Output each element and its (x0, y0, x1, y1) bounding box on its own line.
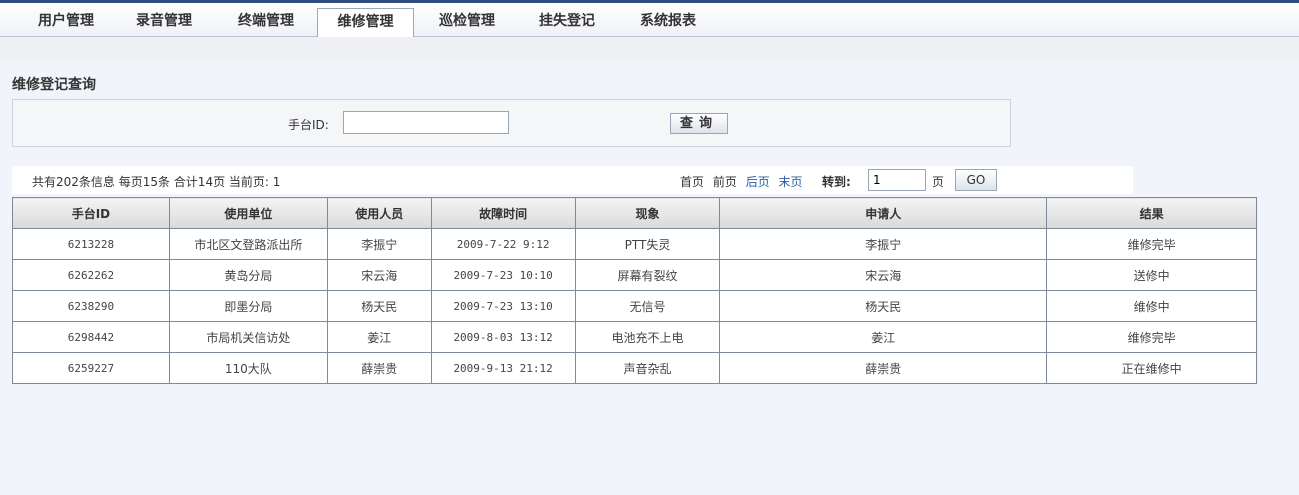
fault-time-cell: 2009-9-13 21:12 (430, 352, 576, 384)
symptom-cell: 屏幕有裂纹 (574, 259, 721, 291)
page-title: 维修登记查询 (12, 77, 96, 93)
handset-id-link[interactable]: 6213228 (12, 228, 170, 260)
pagination-info: 共有202条信息 每页15条 合计14页 当前页: 1 (32, 175, 281, 189)
result-cell: 正在维修中 (1046, 352, 1257, 384)
last-page-link[interactable]: 末页 (779, 175, 803, 189)
main-content: 维修登记查询 手台ID: 查询 共有202条信息 每页15条 合计14页 当前页… (0, 59, 1299, 495)
column-header-user[interactable]: 使用人员 (326, 197, 432, 229)
repair-records-table: 手台ID 使用单位 使用人员 故障时间 现象 申请人 结果 6213228 市北… (12, 197, 1257, 384)
handset-id-label: 手台ID: (288, 118, 329, 132)
symptom-cell: 无信号 (574, 290, 721, 322)
table-row: 6259227 110大队 薛崇贵 2009-9-13 21:12 声音杂乱 薛… (12, 352, 1257, 384)
symptom-cell: PTT失灵 (574, 228, 721, 260)
result-cell: 送修中 (1046, 259, 1257, 291)
column-header-handset-id[interactable]: 手台ID (12, 197, 170, 229)
result-cell: 维修中 (1046, 290, 1257, 322)
user-cell: 姜江 (326, 321, 432, 353)
user-cell: 杨天民 (326, 290, 432, 322)
tab-repair-management[interactable]: 维修管理 (317, 8, 414, 38)
page-suffix-label: 页 (932, 175, 945, 189)
symptom-cell: 电池充不上电 (574, 321, 721, 353)
table-row: 6238290 即墨分局 杨天民 2009-7-23 13:10 无信号 杨天民… (12, 290, 1257, 322)
column-header-result[interactable]: 结果 (1046, 197, 1257, 229)
applicant-cell: 姜江 (719, 321, 1048, 353)
next-page-link[interactable]: 后页 (746, 175, 770, 189)
handset-id-link[interactable]: 6259227 (12, 352, 170, 384)
handset-id-input[interactable] (343, 111, 509, 134)
table-row: 6298442 市局机关信访处 姜江 2009-8-03 13:12 电池充不上… (12, 321, 1257, 353)
user-cell: 李振宁 (326, 228, 432, 260)
unit-cell: 即墨分局 (168, 290, 328, 322)
user-cell: 宋云海 (326, 259, 432, 291)
table-row: 6213228 市北区文登路派出所 李振宁 2009-7-22 9:12 PTT… (12, 228, 1257, 260)
fault-time-cell: 2009-7-22 9:12 (430, 228, 576, 260)
applicant-cell: 薛崇贵 (719, 352, 1048, 384)
search-panel: 手台ID: 查询 (12, 99, 1011, 147)
result-cell: 维修完毕 (1046, 321, 1257, 353)
result-cell: 维修完毕 (1046, 228, 1257, 260)
sub-toolbar (0, 37, 1299, 59)
goto-label: 转到: (822, 175, 851, 189)
table-row: 6262262 黄岛分局 宋云海 2009-7-23 10:10 屏幕有裂纹 宋… (12, 259, 1257, 291)
fault-time-cell: 2009-7-23 13:10 (430, 290, 576, 322)
unit-cell: 市北区文登路派出所 (168, 228, 328, 260)
column-header-fault-time[interactable]: 故障时间 (430, 197, 576, 229)
go-button[interactable]: GO (955, 169, 997, 191)
handset-id-link[interactable]: 6238290 (12, 290, 170, 322)
query-button[interactable]: 查询 (670, 113, 728, 134)
goto-page-input[interactable] (868, 169, 926, 191)
prev-page-link[interactable]: 前页 (713, 175, 737, 189)
handset-id-link[interactable]: 6262262 (12, 259, 170, 291)
main-nav-tabs: 用户管理 录音管理 终端管理 维修管理 巡检管理 挂失登记 系统报表 (0, 3, 1299, 38)
tab-recording-management[interactable]: 录音管理 (120, 8, 208, 37)
symptom-cell: 声音杂乱 (574, 352, 721, 384)
table-header-row: 手台ID 使用单位 使用人员 故障时间 现象 申请人 结果 (12, 197, 1257, 229)
unit-cell: 110大队 (168, 352, 328, 384)
fault-time-cell: 2009-8-03 13:12 (430, 321, 576, 353)
unit-cell: 黄岛分局 (168, 259, 328, 291)
applicant-cell: 宋云海 (719, 259, 1048, 291)
user-cell: 薛崇贵 (326, 352, 432, 384)
applicant-cell: 杨天民 (719, 290, 1048, 322)
tab-user-management[interactable]: 用户管理 (22, 8, 110, 37)
column-header-unit[interactable]: 使用单位 (168, 197, 328, 229)
pagination-links: 首页 前页 后页 末页 (680, 173, 808, 190)
tab-inspection-management[interactable]: 巡检管理 (423, 8, 511, 37)
tab-system-reports[interactable]: 系统报表 (624, 8, 712, 37)
pagination-bar: 共有202条信息 每页15条 合计14页 当前页: 1 首页 前页 后页 末页 … (12, 166, 1133, 194)
unit-cell: 市局机关信访处 (168, 321, 328, 353)
first-page-link[interactable]: 首页 (680, 175, 704, 189)
tab-loss-registration[interactable]: 挂失登记 (523, 8, 611, 37)
column-header-symptom[interactable]: 现象 (574, 197, 721, 229)
applicant-cell: 李振宁 (719, 228, 1048, 260)
fault-time-cell: 2009-7-23 10:10 (430, 259, 576, 291)
column-header-applicant[interactable]: 申请人 (719, 197, 1048, 229)
tab-terminal-management[interactable]: 终端管理 (222, 8, 310, 37)
handset-id-link[interactable]: 6298442 (12, 321, 170, 353)
